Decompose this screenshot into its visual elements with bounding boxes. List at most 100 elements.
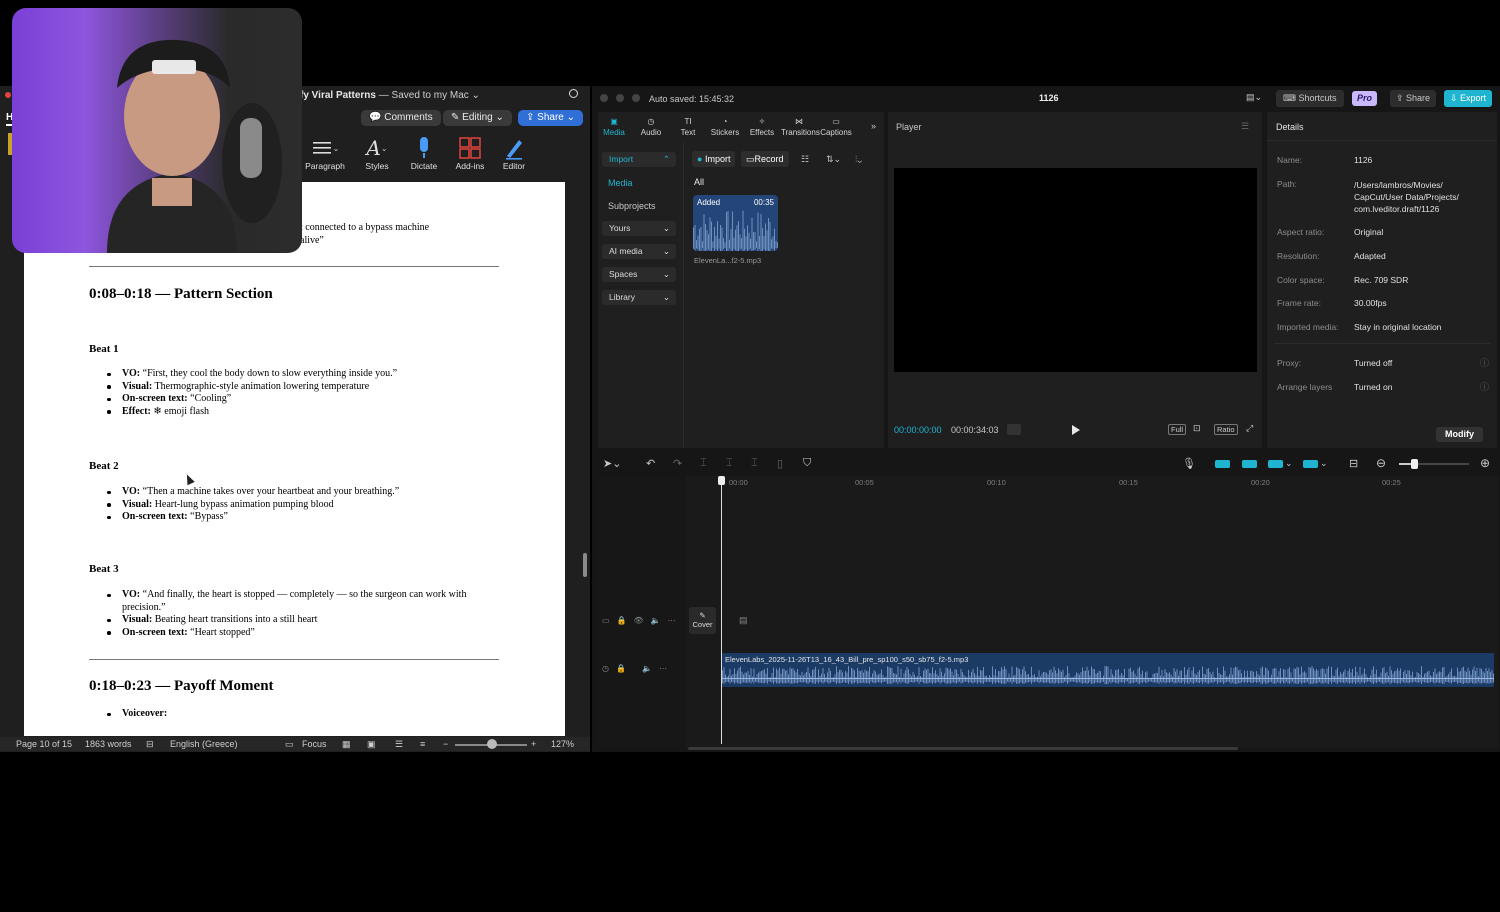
tab-stickers[interactable]: ◔ Stickers [707,114,743,138]
print-layout-icon[interactable]: ▦ [342,739,351,750]
web-layout-icon[interactable]: ▣ [367,739,376,750]
editor-button[interactable]: Editor [489,135,539,171]
playhead[interactable] [721,476,722,744]
linkage-dropdown-icon[interactable]: ⌄ [1285,458,1293,469]
window-control-zoom[interactable] [632,94,640,102]
zoom-slider-knob[interactable] [487,739,498,749]
window-control-minimize[interactable] [616,94,624,102]
preview-axis-dropdown-icon[interactable]: ⌄ [1320,458,1328,469]
zoom-out-timeline-icon[interactable]: ⊖ [1376,456,1386,470]
shortcuts-button[interactable]: ⌨ Shortcuts [1276,90,1344,107]
focus-button[interactable]: Focus [302,739,327,749]
playhead-handle[interactable] [718,476,725,485]
tab-media[interactable]: ▣ Media [596,114,632,138]
zoom-in-icon[interactable]: + [531,739,536,749]
timecode-format-icon[interactable] [1007,424,1021,435]
link-main-track-icon[interactable] [1215,460,1230,468]
nav-media[interactable]: Media [608,178,633,188]
record-audio-icon[interactable]: 🎙 [1182,457,1196,470]
modify-button[interactable]: Modify [1436,427,1483,442]
audio-track-controls[interactable]: ◷🔒 🔈⋯ [602,664,674,673]
document-page[interactable]: t connected to a bypass machine alive” 0… [24,182,565,736]
zoom-level[interactable]: 127% [551,739,574,749]
nav-import[interactable]: Import ⌃ [602,152,676,167]
ratio-button[interactable]: Ratio [1214,424,1238,435]
focus-icon[interactable]: ▭ [285,739,294,750]
snap-icon[interactable] [1242,460,1257,468]
ruler-tick: 00:25 [1382,478,1401,487]
capcut-share-button[interactable]: ⇪ Share [1390,90,1437,107]
tab-audio[interactable]: ◷ Audio [633,114,669,138]
document-scrollbar[interactable] [583,553,587,577]
grid-view-icon[interactable]: ☷ [801,154,809,165]
detail-key: Arrange layers [1277,382,1333,392]
video-track-controls[interactable]: ▭🔒👁🔈⋯ [602,616,683,625]
redo-icon[interactable]: ↷ [673,457,682,470]
proofing-icon[interactable]: ⊟ [146,739,154,750]
timeline-area[interactable] [596,476,1498,748]
nav-ai-media[interactable]: AI media ⌄ [602,244,676,259]
paragraph-button[interactable]: ⌄ Paragraph [300,135,350,171]
proxy-info-icon[interactable]: ⓘ [1480,356,1489,369]
layout-icon[interactable]: ▤⌄ [1246,92,1262,103]
split-right-icon[interactable]: ⌶ [751,457,758,470]
fullscreen-icon[interactable]: ⤢ [1246,423,1253,434]
editing-button[interactable]: ✎ Editing ⌄ [443,110,512,126]
tab-captions[interactable]: ▭ Captions [818,114,854,138]
share-button[interactable]: ⇪ Share ⌄ [518,110,584,126]
delete-icon[interactable]: ▯ [777,457,783,470]
layers-info-icon[interactable]: ⓘ [1480,380,1489,393]
nav-subprojects[interactable]: Subprojects [608,201,656,211]
media-clip-thumbnail[interactable]: Added 00:35 [693,195,778,251]
split-left-icon[interactable]: ⌶ [726,457,733,470]
linkage-icon[interactable] [1268,460,1283,468]
more-tabs-icon[interactable]: » [871,121,876,131]
tab-effects[interactable]: ✧ Effects [744,114,780,138]
language[interactable]: English (Greece) [170,739,238,749]
styles-button[interactable]: A ⌄ Styles [352,135,402,171]
snapshot-icon[interactable]: ⊡ [1193,423,1201,434]
dictate-button[interactable]: Dictate [399,135,449,171]
marker-icon[interactable]: ⛉ [803,457,811,470]
zoom-in-timeline-icon[interactable]: ⊕ [1480,456,1490,470]
close-dot-icon[interactable] [5,92,11,98]
cover-button[interactable]: ✎ Cover [689,607,716,634]
player-canvas[interactable] [894,168,1257,372]
detail-value: 1126 [1354,155,1373,165]
nav-yours[interactable]: Yours ⌄ [602,221,676,236]
outline-icon[interactable]: ☰ [395,739,403,750]
record-button[interactable]: ▭Record [741,151,789,167]
comments-button[interactable]: 💬 Comments [361,110,441,126]
search-icon[interactable] [569,89,578,98]
undo-icon[interactable]: ↶ [646,457,655,470]
sort-icon[interactable]: ⇅⌄ [826,154,841,165]
export-button[interactable]: ⇩ Export [1444,90,1493,107]
select-tool-icon[interactable]: ➤⌄ [603,457,621,470]
import-button[interactable]: ● Import [692,151,736,167]
filter-all[interactable]: All [694,177,704,187]
audio-clip[interactable]: ElevenLabs_2025-11-26T13_16_43_Bill_pre_… [722,653,1494,687]
nav-spaces[interactable]: Spaces ⌄ [602,267,676,282]
draft-icon[interactable]: ≡ [420,739,425,749]
tab-transitions[interactable]: ⋈ Transitions [781,114,820,138]
effects-icon: ✧ [758,116,766,126]
page-count[interactable]: Page 10 of 15 [16,739,72,749]
split-icon[interactable]: ⌶ [700,457,707,470]
word-count[interactable]: 1863 words [85,739,132,749]
preview-axis-icon[interactable] [1303,460,1318,468]
timeline-scrollbar[interactable] [688,747,1238,750]
fit-timeline-icon[interactable]: ⊟ [1349,457,1358,470]
detail-key: Path: [1277,179,1297,189]
pro-badge[interactable]: Pro [1352,91,1378,106]
zoom-out-icon[interactable]: − [443,739,448,749]
full-quality-button[interactable]: Full [1168,424,1187,435]
window-control-close[interactable] [600,94,608,102]
captions-icon: ▭ [832,116,840,126]
player-menu-icon[interactable]: ☰ [1241,121,1249,132]
tab-text[interactable]: TI Text [670,114,706,138]
timeline-zoom-knob[interactable] [1411,459,1418,469]
add-ins-button[interactable]: Add-ins [445,135,495,171]
nav-library[interactable]: Library ⌄ [602,290,676,305]
filter-icon[interactable]: ⫶⌄ [855,154,862,165]
play-icon[interactable] [1072,425,1080,435]
